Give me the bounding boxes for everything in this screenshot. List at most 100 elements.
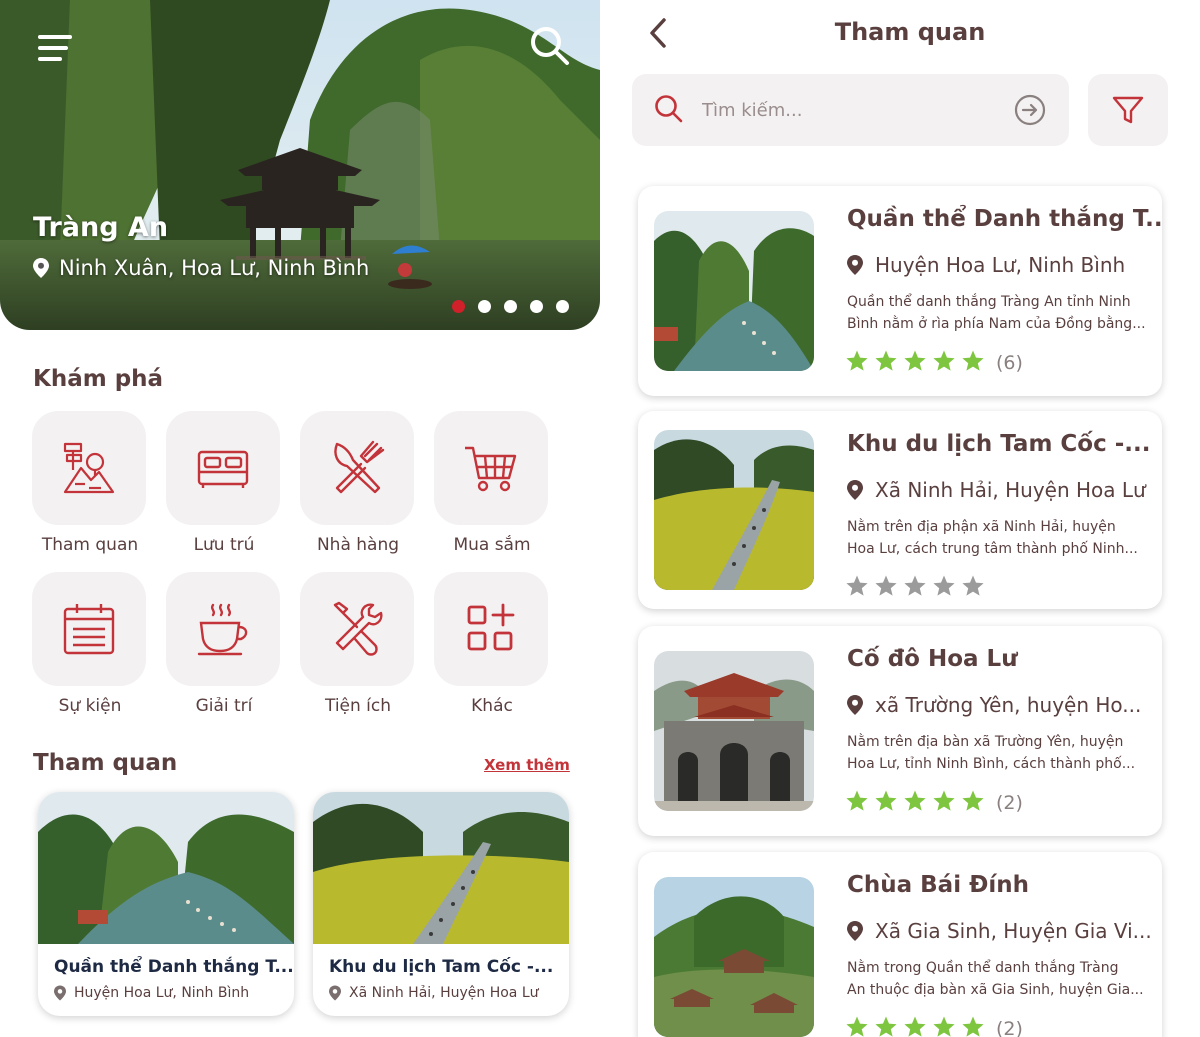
star-icon (961, 789, 985, 816)
rating-count: (2) (996, 791, 1023, 814)
category-other[interactable]: Khác (434, 572, 550, 716)
slide-dot[interactable] (530, 300, 543, 313)
place-thumbnail (654, 877, 814, 1037)
place-thumbnail (654, 430, 814, 590)
category-accommodation[interactable]: Lưu trú (166, 411, 282, 555)
location-pin-icon (847, 255, 863, 275)
category-label: Sự kiện (58, 696, 122, 716)
item-description-line: Hoa Lư, tỉnh Ninh Bình, cách thành phố..… (847, 756, 1136, 772)
item-title: Cố đô Hoa Lư (847, 646, 1018, 672)
item-description: Nằm trong Quần thể danh thắng Tràng An t… (847, 957, 1153, 1001)
category-entertainment[interactable]: Giải trí (166, 572, 282, 716)
item-location-text: xã Trường Yên, huyện Ho... (875, 693, 1142, 717)
item-description-line: Nằm trên địa phận xã Ninh Hải, huyện (847, 519, 1116, 535)
star-icon (961, 574, 985, 601)
category-tile[interactable] (32, 411, 146, 525)
star-icon (932, 1015, 956, 1037)
item-location-text: Xã Ninh Hải, Huyện Hoa Lư (875, 478, 1146, 502)
list-item[interactable]: Khu du lịch Tam Cốc -... Xã Ninh Hải, Hu… (638, 411, 1162, 609)
hero-location-text: Ninh Xuân, Hoa Lư, Ninh Bình (59, 256, 370, 280)
list-item[interactable]: Chùa Bái Đính Xã Gia Sinh, Huyện Gia Vi.… (638, 852, 1162, 1037)
rating: (6) (845, 349, 1023, 376)
category-tile[interactable] (434, 411, 548, 525)
sightseeing-icon (63, 442, 115, 494)
location-pin-icon (847, 695, 863, 715)
place-card[interactable]: Quần thể Danh thắng T... Huyện Hoa Lư, N… (38, 792, 294, 1016)
star-icon (874, 789, 898, 816)
submit-arrow-icon[interactable] (1014, 94, 1046, 126)
location-pin-icon (54, 985, 66, 1001)
item-description-line: Quần thể danh thắng Tràng An tỉnh Ninh (847, 294, 1131, 310)
star-icon (845, 1015, 869, 1037)
hero-location: Ninh Xuân, Hoa Lư, Ninh Bình (33, 256, 369, 280)
place-location-text: Xã Ninh Hải, Huyện Hoa Lư (349, 985, 539, 1001)
place-location: Xã Ninh Hải, Huyện Hoa Lư (329, 985, 539, 1001)
menu-icon[interactable] (36, 30, 76, 66)
category-tile[interactable] (32, 572, 146, 686)
star-icon (845, 574, 869, 601)
category-utilities[interactable]: Tiện ích (300, 572, 416, 716)
category-events[interactable]: Sự kiện (32, 572, 148, 716)
category-sightseeing[interactable]: Tham quan (32, 411, 148, 555)
item-location: Xã Gia Sinh, Huyện Gia Vi... (847, 919, 1152, 943)
rating: (2) (845, 789, 1023, 816)
star-icon (874, 574, 898, 601)
rating (845, 574, 996, 601)
category-label: Tham quan (41, 535, 139, 555)
search-input[interactable] (702, 94, 1002, 126)
star-icon (903, 349, 927, 376)
slide-dot[interactable] (478, 300, 491, 313)
item-location: Xã Ninh Hải, Huyện Hoa Lư (847, 478, 1146, 502)
category-label: Nhà hàng (316, 535, 400, 555)
category-tile[interactable] (166, 572, 280, 686)
slide-dot[interactable] (504, 300, 517, 313)
slide-dot[interactable] (556, 300, 569, 313)
category-tile[interactable] (434, 572, 548, 686)
category-tile[interactable] (300, 572, 414, 686)
star-icon (874, 1015, 898, 1037)
tools-icon (333, 601, 383, 656)
item-location-text: Xã Gia Sinh, Huyện Gia Vi... (875, 919, 1152, 943)
category-label: Khác (471, 696, 513, 716)
star-icon (932, 574, 956, 601)
search-icon[interactable] (528, 24, 570, 66)
list-item[interactable]: Cố đô Hoa Lư xã Trường Yên, huyện Ho... … (638, 626, 1162, 836)
location-pin-icon (329, 985, 341, 1001)
sightseeing-heading: Tham quan (33, 750, 178, 776)
list-item[interactable]: Quần thể Danh thắng T... Huyện Hoa Lư, N… (638, 186, 1162, 396)
category-shopping[interactable]: Mua sắm (434, 411, 550, 555)
cart-icon (465, 446, 517, 492)
category-restaurant[interactable]: Nhà hàng (300, 411, 416, 555)
search-icon (655, 95, 683, 123)
item-description: Nằm trên địa phận xã Ninh Hải, huyện Hoa… (847, 516, 1153, 560)
explore-heading: Khám phá (33, 366, 164, 392)
star-icon (932, 349, 956, 376)
star-icon (903, 789, 927, 816)
place-thumbnail (654, 211, 814, 371)
list-screen: Tham quan Quần thể Danh thắng T... (600, 0, 1200, 1037)
item-description-line: Bình nằm ở rìa phía Nam của Đồng bằng... (847, 316, 1146, 332)
item-location: xã Trường Yên, huyện Ho... (847, 693, 1141, 717)
place-title: Khu du lịch Tam Cốc -... (329, 957, 554, 977)
item-location: Huyện Hoa Lư, Ninh Bình (847, 253, 1125, 277)
location-pin-icon (33, 258, 49, 278)
grid-plus-icon (467, 603, 515, 651)
slide-dot[interactable] (452, 300, 465, 313)
filter-button[interactable] (1088, 74, 1168, 146)
star-icon (961, 1015, 985, 1037)
category-tile[interactable] (166, 411, 280, 525)
hero-image (0, 0, 600, 330)
item-location-text: Huyện Hoa Lư, Ninh Bình (875, 253, 1126, 277)
item-title: Chùa Bái Đính (847, 872, 1030, 898)
category-tile[interactable] (300, 411, 414, 525)
place-thumbnail (654, 651, 814, 811)
page-title: Tham quan (834, 18, 986, 46)
category-label: Mua sắm (453, 535, 531, 555)
place-card[interactable]: Khu du lịch Tam Cốc -... Xã Ninh Hải, Hu… (313, 792, 569, 1016)
see-more-link[interactable]: Xem thêm (484, 756, 570, 774)
item-description-line: Hoa Lư, cách trung tâm thành phố Ninh... (847, 541, 1138, 557)
item-description: Quần thể danh thắng Tràng An tỉnh Ninh B… (847, 291, 1153, 335)
hero-title: Tràng An (33, 212, 169, 243)
hero-banner[interactable]: Tràng An Ninh Xuân, Hoa Lư, Ninh Bình (0, 0, 600, 330)
star-icon (874, 349, 898, 376)
